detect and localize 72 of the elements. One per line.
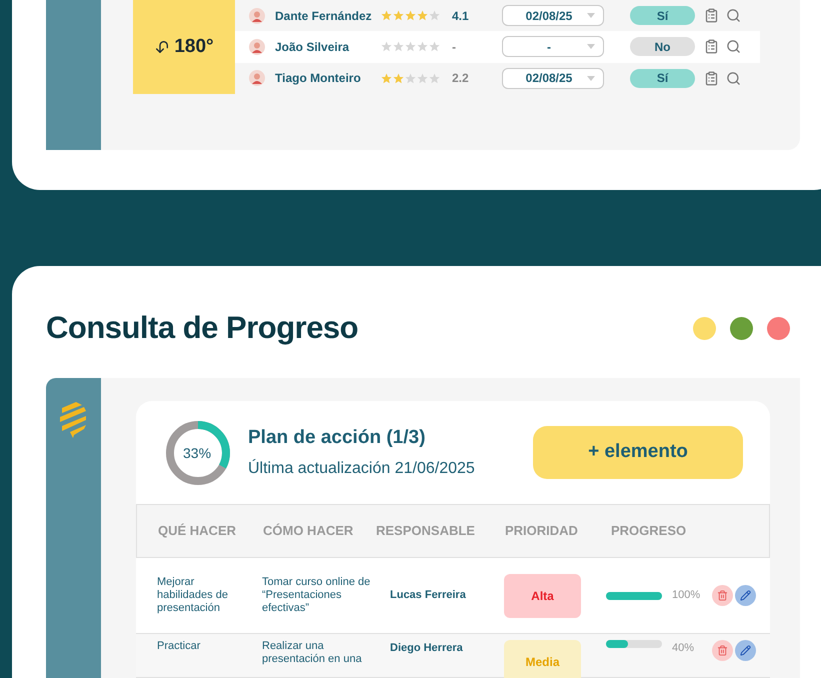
column-header: PROGRESO bbox=[611, 522, 686, 540]
column-header: PRIORIDAD bbox=[505, 522, 579, 540]
edit-button[interactable] bbox=[735, 585, 756, 606]
rating-value: - bbox=[452, 38, 457, 56]
answer-toggle[interactable]: Sí bbox=[630, 6, 695, 26]
person-name: Tiago Monteiro bbox=[275, 70, 362, 88]
star-icon bbox=[393, 72, 404, 84]
angle-value: 180° bbox=[174, 34, 214, 59]
date-select[interactable]: 02/08/25 bbox=[502, 5, 604, 26]
trash-icon bbox=[717, 590, 728, 601]
star-icon bbox=[417, 10, 428, 22]
caret-icon bbox=[587, 13, 595, 18]
answer-toggle[interactable]: No bbox=[630, 37, 695, 56]
progress-bar bbox=[606, 592, 662, 600]
task-text: Mejorar habilidades de presentación bbox=[156, 576, 229, 615]
trash-icon bbox=[717, 645, 728, 656]
owner-name: Lucas Ferreira bbox=[389, 588, 467, 604]
progress-ring bbox=[164, 418, 232, 486]
star-icon bbox=[429, 72, 440, 84]
search-icon[interactable] bbox=[726, 8, 741, 24]
rating-value: 4.1 bbox=[452, 8, 470, 25]
avatar-icon bbox=[249, 70, 265, 86]
star-icon bbox=[393, 10, 404, 22]
avatar-icon bbox=[249, 38, 265, 55]
progress-bar bbox=[606, 640, 662, 648]
clipboard-icon[interactable] bbox=[704, 8, 719, 24]
column-header: CÓMO HACER bbox=[263, 522, 354, 540]
add-element-button[interactable]: + elemento bbox=[533, 426, 743, 479]
rating-value: 2.2 bbox=[452, 70, 470, 88]
star-icon bbox=[381, 72, 392, 84]
star-icon bbox=[381, 41, 392, 52]
pencil-icon bbox=[740, 645, 751, 656]
star-icon bbox=[417, 72, 428, 84]
rotate-icon bbox=[154, 39, 170, 55]
star-icon bbox=[417, 41, 428, 52]
task-text: Practicar bbox=[156, 640, 202, 653]
date-select[interactable]: 02/08/25 bbox=[502, 68, 604, 89]
star-icon bbox=[405, 72, 416, 84]
pencil-icon bbox=[740, 590, 751, 601]
date-select[interactable]: - bbox=[502, 36, 604, 58]
method-text: Realizar una presentación en una bbox=[262, 640, 363, 666]
star-icon bbox=[393, 41, 404, 52]
delete-button[interactable] bbox=[712, 585, 733, 606]
last-updated: Última actualización 21/06/2025 bbox=[248, 458, 476, 479]
method-text: Tomar curso online de “Presentaciones efectivas” bbox=[262, 576, 372, 615]
star-icon bbox=[429, 10, 440, 22]
priority-tag: Media bbox=[504, 640, 581, 678]
clipboard-icon[interactable] bbox=[704, 39, 719, 54]
avatar-icon bbox=[249, 8, 265, 24]
priority-tag: Alta bbox=[504, 574, 581, 618]
clipboard-icon[interactable] bbox=[704, 70, 719, 86]
progress-value: 100% bbox=[672, 588, 702, 604]
caret-icon bbox=[587, 44, 595, 50]
plan-title: Plan de acción (1/3) bbox=[248, 426, 426, 450]
owner-name: Diego Herrera bbox=[389, 641, 464, 656]
caret-icon bbox=[587, 76, 595, 81]
person-name: João Silveira bbox=[275, 38, 350, 56]
star-icon bbox=[429, 41, 440, 52]
delete-button[interactable] bbox=[712, 640, 733, 661]
star-icon bbox=[381, 10, 392, 22]
answer-toggle[interactable]: Sí bbox=[630, 68, 695, 88]
progress-value: 40% bbox=[672, 641, 696, 656]
column-header: QUÉ HACER bbox=[157, 522, 238, 540]
star-icon bbox=[405, 10, 416, 22]
search-icon[interactable] bbox=[726, 70, 741, 86]
progress-percent: 33% bbox=[183, 444, 212, 460]
search-icon[interactable] bbox=[726, 39, 741, 54]
star-icon bbox=[405, 41, 416, 52]
edit-button[interactable] bbox=[735, 640, 756, 661]
person-name: Dante Fernández bbox=[275, 8, 373, 25]
column-header: RESPONSABLE bbox=[376, 522, 476, 540]
section-title: Consulta de Progreso bbox=[46, 308, 360, 347]
